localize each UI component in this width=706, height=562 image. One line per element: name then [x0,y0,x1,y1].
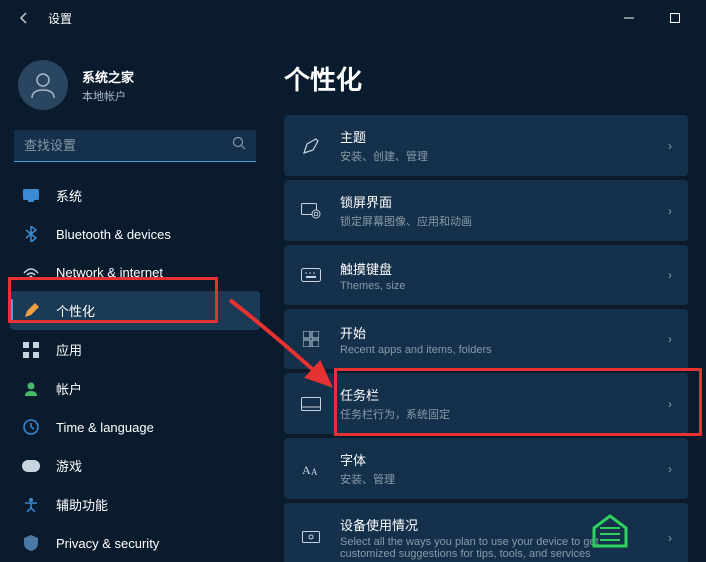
user-name: 系统之家 [82,67,134,86]
nav-label: Bluetooth & devices [56,227,171,242]
setting-desc: Themes, size [340,280,650,292]
nav-privacy[interactable]: Privacy & security [10,524,260,562]
time-icon [22,418,40,436]
setting-desc: 安装、创建、管理 [340,148,650,164]
setting-title: 字体 [340,450,650,469]
main-content: 个性化 主题 安装、创建、管理 › 锁屏界面 锁定屏幕图像、应用和动画 › [270,36,706,562]
setting-title: 触摸键盘 [340,259,650,278]
setting-title: 任务栏 [340,385,650,404]
titlebar: 设置 [0,0,706,36]
system-icon [22,187,40,205]
avatar [18,60,68,110]
setting-desc: 锁定屏幕图像、应用和动画 [340,213,650,229]
nav-label: Network & internet [56,265,163,280]
device-usage-icon [300,527,322,549]
chevron-right-icon: › [668,268,672,282]
setting-start[interactable]: 开始 Recent apps and items, folders › [284,309,688,369]
chevron-right-icon: › [668,204,672,218]
nav-time-language[interactable]: Time & language [10,408,260,446]
nav-list: 系统 Bluetooth & devices Network & interne… [10,176,260,562]
search-input[interactable] [24,138,232,153]
search-box[interactable] [14,130,256,162]
page-title: 个性化 [284,60,688,97]
personalize-icon [22,302,40,320]
nav-label: 辅助功能 [56,495,108,514]
nav-bluetooth[interactable]: Bluetooth & devices [10,215,260,253]
chevron-right-icon: › [668,139,672,153]
setting-desc: 任务栏行为，系统固定 [340,406,650,422]
chevron-right-icon: › [668,332,672,346]
network-icon [22,263,40,281]
svg-text:A: A [302,463,311,477]
setting-lockscreen[interactable]: 锁屏界面 锁定屏幕图像、应用和动画 › [284,180,688,241]
setting-taskbar[interactable]: 任务栏 任务栏行为，系统固定 › [284,373,688,434]
accounts-icon [22,380,40,398]
setting-desc: Recent apps and items, folders [340,344,650,356]
nav-personalization[interactable]: 个性化 [10,291,260,330]
window-title: 设置 [48,10,72,27]
watermark [590,508,700,556]
nav-label: 系统 [56,186,82,205]
gaming-icon [22,457,40,475]
setting-desc: 安装、管理 [340,471,650,487]
nav-accounts[interactable]: 帐户 [10,369,260,408]
nav-label: 个性化 [56,301,95,320]
user-account-type: 本地帐户 [82,88,134,104]
start-icon [300,328,322,350]
nav-system[interactable]: 系统 [10,176,260,215]
search-icon [232,136,246,155]
nav-label: Time & language [56,420,154,435]
keyboard-icon [300,264,322,286]
bluetooth-icon [22,225,40,243]
back-button[interactable] [8,2,40,34]
taskbar-icon [300,393,322,415]
setting-touch-keyboard[interactable]: 触摸键盘 Themes, size › [284,245,688,305]
svg-text:A: A [311,467,318,477]
accessibility-icon [22,496,40,514]
apps-icon [22,341,40,359]
user-section[interactable]: 系统之家 本地帐户 [10,48,260,130]
setting-title: 锁屏界面 [340,192,650,211]
nav-accessibility[interactable]: 辅助功能 [10,485,260,524]
nav-network[interactable]: Network & internet [10,253,260,291]
nav-label: Privacy & security [56,536,159,551]
sidebar: 系统之家 本地帐户 系统 Bluetooth & devices Network… [0,36,270,562]
fonts-icon: AA [300,458,322,480]
nav-label: 游戏 [56,456,82,475]
setting-title: 主题 [340,127,650,146]
nav-label: 帐户 [56,379,82,398]
chevron-right-icon: › [668,397,672,411]
setting-themes[interactable]: 主题 安装、创建、管理 › [284,115,688,176]
settings-list: 主题 安装、创建、管理 › 锁屏界面 锁定屏幕图像、应用和动画 › 触摸键盘 T… [284,115,688,562]
setting-fonts[interactable]: AA 字体 安装、管理 › [284,438,688,499]
setting-title: 开始 [340,323,650,342]
nav-apps[interactable]: 应用 [10,330,260,369]
nav-gaming[interactable]: 游戏 [10,446,260,485]
window-controls [606,2,698,34]
chevron-right-icon: › [668,462,672,476]
themes-icon [300,135,322,157]
privacy-icon [22,534,40,552]
lockscreen-icon [300,200,322,222]
minimize-button[interactable] [606,2,652,34]
nav-label: 应用 [56,340,82,359]
maximize-button[interactable] [652,2,698,34]
